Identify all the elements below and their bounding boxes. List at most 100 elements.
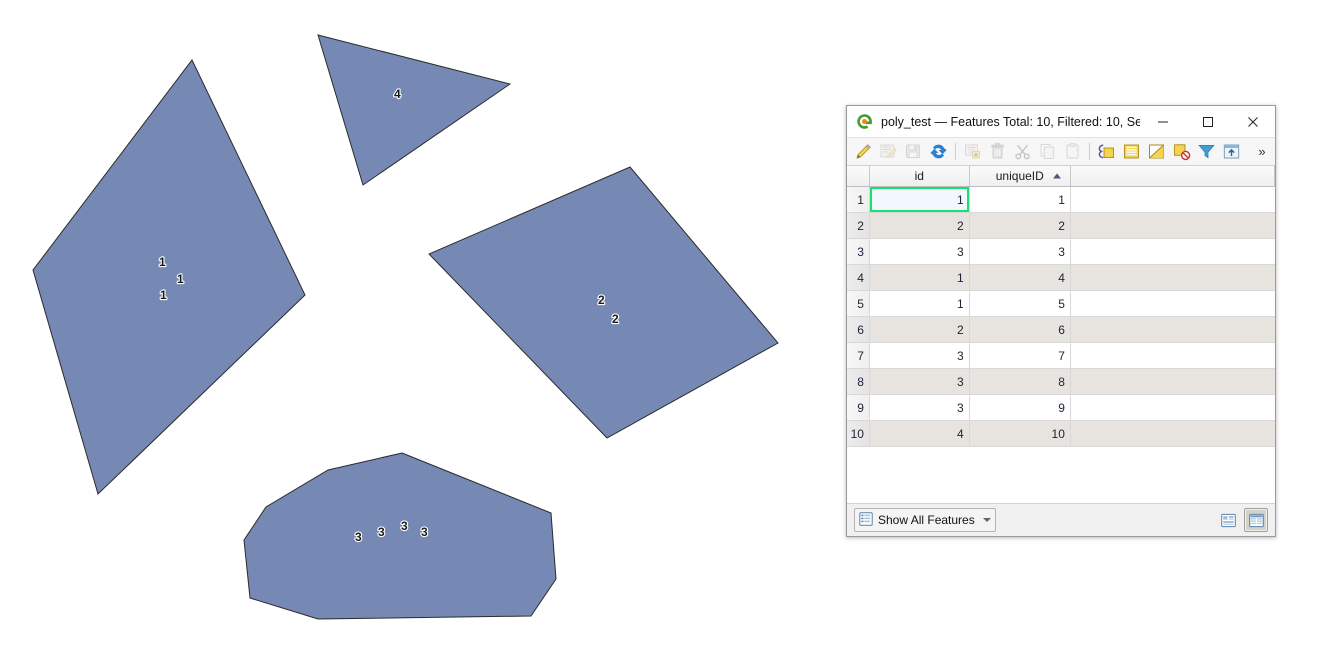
table-row[interactable]: 222 [847, 212, 1275, 239]
cell-uniqueid[interactable]: 9 [969, 394, 1071, 421]
sort-ascending-icon [1052, 173, 1061, 179]
row-number[interactable]: 6 [847, 316, 870, 343]
cell-filler [1070, 316, 1275, 343]
cell-id[interactable]: 3 [869, 394, 970, 421]
attribute-table-scroll-area[interactable]: id uniqueID 1112223334145156267378389391… [847, 166, 1275, 504]
row-number[interactable]: 7 [847, 342, 870, 369]
cell-id-selected[interactable]: 1 [869, 186, 970, 213]
map-canvas[interactable]: 1114223333 [0, 0, 840, 646]
toolbar-overflow-button[interactable]: » [1253, 140, 1271, 163]
form-view-icon[interactable] [1216, 508, 1240, 532]
filter-list-icon [859, 511, 873, 529]
table-row[interactable]: 111 [847, 186, 1275, 213]
attribute-table-toolbar[interactable]: » [847, 138, 1275, 166]
cell-id[interactable]: 1 [869, 264, 970, 291]
filter-selection-icon[interactable] [1195, 140, 1218, 163]
copy-features-icon [1036, 140, 1059, 163]
reload-table-icon[interactable] [927, 140, 950, 163]
map-label: 1 [177, 272, 184, 286]
select-by-expression-icon[interactable] [1095, 140, 1118, 163]
row-number[interactable]: 5 [847, 290, 870, 317]
cell-uniqueid[interactable]: 7 [969, 342, 1071, 369]
map-label: 3 [355, 530, 362, 544]
row-number[interactable]: 3 [847, 238, 870, 265]
table-row[interactable]: 414 [847, 264, 1275, 291]
toggle-editing-icon[interactable] [852, 140, 875, 163]
invert-selection-icon[interactable] [1145, 140, 1168, 163]
cell-id[interactable]: 2 [869, 212, 970, 239]
save-layer-icon [902, 140, 925, 163]
close-icon[interactable] [1230, 106, 1275, 138]
deselect-all-icon[interactable] [1170, 140, 1193, 163]
map-label: 4 [394, 87, 401, 101]
cell-id[interactable]: 3 [869, 238, 970, 265]
delete-selected-icon [986, 140, 1009, 163]
feature-filter-label: Show All Features [878, 513, 975, 527]
cell-filler [1070, 264, 1275, 291]
table-row[interactable]: 333 [847, 238, 1275, 265]
table-view-icon[interactable] [1244, 508, 1268, 532]
attribute-table-statusbar[interactable]: Show All Features [847, 504, 1275, 536]
cell-id[interactable]: 3 [869, 368, 970, 395]
cell-id[interactable]: 1 [869, 290, 970, 317]
cell-uniqueid[interactable]: 6 [969, 316, 1071, 343]
cell-uniqueid[interactable]: 8 [969, 368, 1071, 395]
cell-filler [1070, 342, 1275, 369]
row-number[interactable]: 1 [847, 186, 870, 213]
table-row[interactable]: 10 4 10 [847, 420, 1275, 447]
cell-uniqueid[interactable]: 2 [969, 212, 1071, 239]
cell-filler [1070, 394, 1275, 421]
attribute-table[interactable]: id uniqueID 1112223334145156267378389391… [847, 166, 1275, 447]
cell-id[interactable]: 3 [869, 342, 970, 369]
paste-features-icon [1061, 140, 1084, 163]
cell-uniqueid[interactable]: 1 [969, 186, 1071, 213]
table-row[interactable]: 626 [847, 316, 1275, 343]
cell-uniqueid[interactable]: 10 [969, 420, 1071, 447]
move-selection-to-top-icon[interactable] [1220, 140, 1243, 163]
save-edits-icon [877, 140, 900, 163]
cell-uniqueid[interactable]: 4 [969, 264, 1071, 291]
cut-features-icon [1011, 140, 1034, 163]
cell-filler [1070, 212, 1275, 239]
cell-uniqueid[interactable]: 3 [969, 238, 1071, 265]
minimize-icon[interactable] [1140, 106, 1185, 138]
attribute-table-window[interactable]: poly_test — Features Total: 10, Filtered… [846, 105, 1276, 537]
toolbar-separator [955, 143, 956, 160]
map-feature-quad-left[interactable] [32, 59, 306, 495]
chevron-down-icon [982, 518, 991, 522]
toolbar-separator-2 [1089, 143, 1090, 160]
cell-filler [1070, 238, 1275, 265]
map-label: 3 [401, 519, 408, 533]
row-number[interactable]: 4 [847, 264, 870, 291]
map-label: 2 [598, 293, 605, 307]
map-layer-poly-test: 1114223 3 3 3 [32, 34, 779, 620]
table-corner-header[interactable] [847, 166, 870, 187]
map-label: 2 [612, 312, 619, 326]
table-row[interactable]: 737 [847, 342, 1275, 369]
cell-filler [1070, 290, 1275, 317]
window-title: poly_test — Features Total: 10, Filtered… [881, 114, 1140, 129]
select-all-icon[interactable] [1120, 140, 1143, 163]
table-row[interactable]: 515 [847, 290, 1275, 317]
row-number[interactable]: 8 [847, 368, 870, 395]
row-number[interactable]: 9 [847, 394, 870, 421]
maximize-icon[interactable] [1185, 106, 1230, 138]
row-number[interactable]: 10 [847, 420, 870, 447]
column-header-id[interactable]: id [869, 166, 970, 187]
map-label: 1 [160, 288, 167, 302]
window-titlebar[interactable]: poly_test — Features Total: 10, Filtered… [847, 106, 1275, 138]
cell-filler [1070, 420, 1275, 447]
view-mode-buttons [1216, 508, 1268, 532]
cell-id[interactable]: 2 [869, 316, 970, 343]
map-label: 1 [159, 255, 166, 269]
table-row[interactable]: 939 [847, 394, 1275, 421]
map-feature-polygon-bottom[interactable] [243, 452, 557, 620]
row-number[interactable]: 2 [847, 212, 870, 239]
table-row[interactable]: 838 [847, 368, 1275, 395]
feature-filter-dropdown[interactable]: Show All Features [854, 508, 996, 532]
column-header-uniqueid[interactable]: uniqueID [969, 166, 1071, 187]
cell-id[interactable]: 4 [869, 420, 970, 447]
cell-filler [1070, 186, 1275, 213]
map-feature-triangle-top[interactable] [317, 34, 512, 186]
cell-uniqueid[interactable]: 5 [969, 290, 1071, 317]
